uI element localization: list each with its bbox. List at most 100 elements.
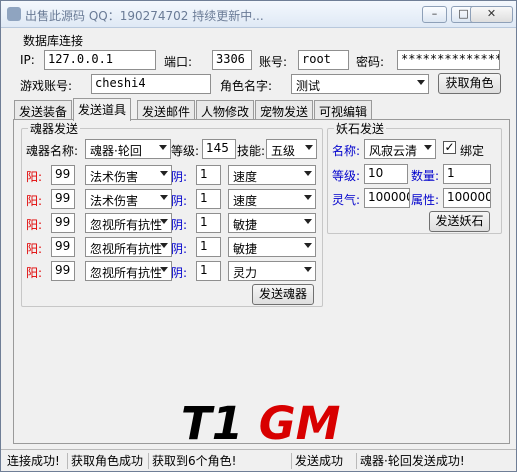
yang-value-input[interactable]: 99 [51, 165, 75, 185]
chevron-down-icon [304, 171, 312, 176]
yin-value-input[interactable]: 1 [196, 237, 221, 257]
soul-name-label: 魂器名称: [26, 144, 79, 158]
send-demon-stone-button[interactable]: 发送妖石 [429, 211, 490, 232]
yang-attr-value: 忽视所有抗性 [90, 266, 163, 280]
yin-attr-value: 灵力 [233, 266, 258, 280]
soul-level-input[interactable]: 145 [202, 139, 236, 159]
bind-label: 绑定 [460, 144, 485, 158]
status-get-role: 获取角色成功 [67, 453, 146, 469]
yang-value-input[interactable]: 99 [51, 261, 75, 281]
yang-label: 阳: [26, 242, 43, 256]
yang-label: 阳: [26, 266, 43, 280]
demon-level-input[interactable]: 10 [364, 164, 408, 184]
yang-value-input[interactable]: 99 [51, 237, 75, 257]
chevron-down-icon [160, 195, 168, 200]
yin-attr-value: 敏捷 [233, 218, 258, 232]
demon-spirit-label: 灵气: [332, 193, 361, 207]
chevron-down-icon [160, 267, 168, 272]
password-input[interactable]: **************** [397, 50, 500, 70]
role-select-value: 测试 [296, 79, 321, 93]
soul-group-title: 魂器发送 [28, 120, 81, 137]
bind-checkbox[interactable]: ✓ [443, 141, 456, 154]
yang-label: 阳: [26, 170, 43, 184]
demon-name-value: 风寂云清 [369, 144, 418, 158]
yang-attr-select[interactable]: 法术伤害 [85, 165, 172, 185]
yang-value-input[interactable]: 99 [51, 189, 75, 209]
demon-stone-group-title: 妖石发送 [334, 120, 387, 137]
yin-attr-select[interactable]: 灵力 [228, 261, 316, 281]
password-label: 密码: [356, 55, 385, 69]
tab-visual-edit[interactable]: 可视编辑 [314, 100, 373, 120]
logo-t1: T1 [181, 397, 244, 450]
yang-attr-value: 忽视所有抗性 [90, 218, 163, 232]
soul-skill-label: 技能: [237, 144, 266, 158]
window-title: 出售此源码 QQ：190274702 持续更新中... [25, 9, 264, 23]
game-account-input[interactable]: cheshi4 [91, 74, 211, 94]
check-icon: ✓ [444, 140, 455, 154]
demon-count-input[interactable]: 1 [443, 164, 491, 184]
account-label: 账号: [259, 55, 288, 69]
yin-attr-select[interactable]: 敏捷 [228, 213, 316, 233]
yin-attr-value: 敏捷 [233, 242, 258, 256]
yang-attr-select[interactable]: 忽视所有抗性 [85, 237, 172, 257]
yin-attr-value: 速度 [233, 170, 258, 184]
tab-send-equipment[interactable]: 发送装备 [14, 100, 73, 120]
minimize-button[interactable]: – [422, 6, 447, 23]
status-role-count: 获取到6个角色! [148, 453, 239, 469]
yin-attr-select[interactable]: 速度 [228, 165, 316, 185]
yin-attr-value: 速度 [233, 194, 258, 208]
yin-label: 阴: [171, 218, 188, 232]
ip-label: IP: [20, 53, 35, 67]
tab-pet-send[interactable]: 宠物发送 [255, 100, 314, 120]
yin-attr-select[interactable]: 敏捷 [228, 237, 316, 257]
send-soul-button[interactable]: 发送魂器 [252, 284, 314, 305]
demon-count-label: 数量: [411, 169, 440, 183]
database-group-title: 数据库连接 [21, 32, 86, 49]
port-input[interactable]: 3306 [212, 50, 252, 70]
yin-label: 阴: [171, 194, 188, 208]
yang-label: 阳: [26, 194, 43, 208]
yin-value-input[interactable]: 1 [196, 165, 221, 185]
yang-attr-select[interactable]: 忽视所有抗性 [85, 213, 172, 233]
ip-input[interactable]: 127.0.0.1 [44, 50, 156, 70]
chevron-down-icon [304, 267, 312, 272]
yang-attr-value: 法术伤害 [90, 170, 139, 184]
yang-attr-select[interactable]: 忽视所有抗性 [85, 261, 172, 281]
close-button[interactable]: ✕ [470, 6, 513, 23]
yin-attr-select[interactable]: 速度 [228, 189, 316, 209]
yin-label: 阴: [171, 266, 188, 280]
demon-attr-label: 属性: [411, 193, 440, 207]
tab-send-mail[interactable]: 发送邮件 [137, 100, 196, 120]
account-input[interactable]: root [298, 50, 349, 70]
chevron-down-icon [304, 219, 312, 224]
demon-name-label: 名称: [332, 144, 361, 158]
yang-attr-value: 忽视所有抗性 [90, 242, 163, 256]
get-role-button[interactable]: 获取角色 [438, 73, 501, 94]
chevron-down-icon [160, 243, 168, 248]
yin-label: 阴: [171, 170, 188, 184]
soul-skill-select[interactable]: 五级 [266, 139, 317, 159]
title-bar[interactable]: 出售此源码 QQ：190274702 持续更新中... – □ ✕ [1, 1, 516, 28]
yang-attr-select[interactable]: 法术伤害 [85, 189, 172, 209]
status-send-result: 魂器·轮回发送成功! [356, 453, 468, 469]
chevron-down-icon [305, 145, 313, 150]
yin-label: 阴: [171, 242, 188, 256]
t1gm-logo: T1 GM [181, 401, 356, 447]
tab-send-item[interactable]: 发送道具 [73, 98, 132, 121]
chevron-down-icon [417, 80, 425, 85]
status-bar: 连接成功! 获取角色成功 获取到6个角色! 发送成功 魂器·轮回发送成功! [1, 449, 516, 471]
demon-level-label: 等级: [332, 169, 361, 183]
soul-name-select[interactable]: 魂器·轮回 [85, 139, 171, 159]
yin-value-input[interactable]: 1 [196, 189, 221, 209]
chevron-down-icon [304, 195, 312, 200]
demon-spirit-input[interactable]: 100000 [364, 188, 410, 208]
yang-value-input[interactable]: 99 [51, 213, 75, 233]
tab-character-edit[interactable]: 人物修改 [196, 100, 255, 120]
yin-value-input[interactable]: 1 [196, 213, 221, 233]
demon-name-select[interactable]: 风寂云清 [364, 139, 436, 159]
soul-skill-value: 五级 [271, 144, 296, 158]
chevron-down-icon [159, 145, 167, 150]
role-select[interactable]: 测试 [291, 74, 429, 94]
yin-value-input[interactable]: 1 [196, 261, 221, 281]
demon-attr-input[interactable]: 100000 [443, 188, 491, 208]
